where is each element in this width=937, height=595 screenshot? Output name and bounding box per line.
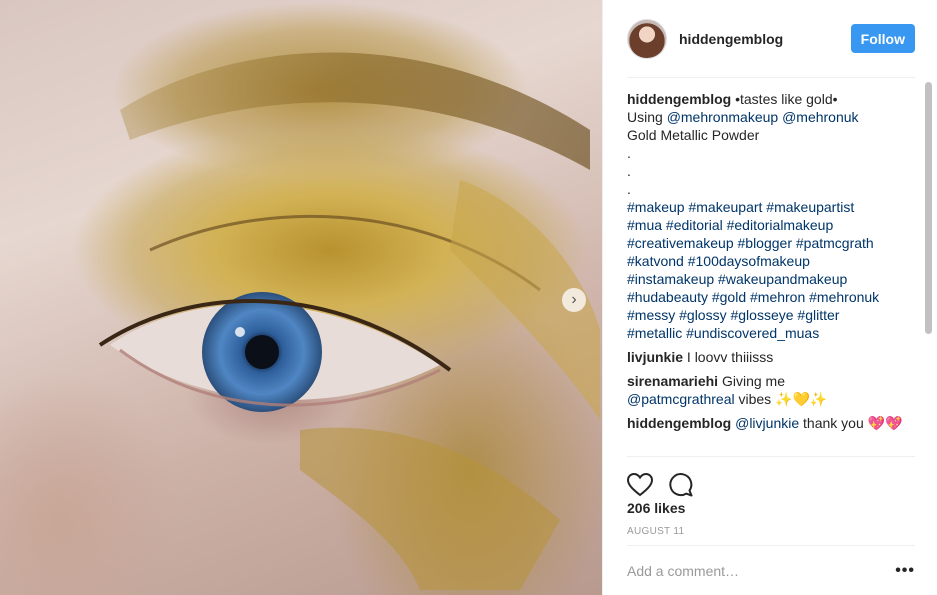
hashtag-line[interactable]: #makeup #makeupart #makeupartist: [627, 198, 915, 216]
heart-icon: [627, 472, 653, 496]
mention-link[interactable]: @patmcgrathreal: [627, 391, 735, 407]
comment-item: sirenamariehi Giving me @patmcgrathreal …: [627, 372, 915, 408]
caption-dot: .: [627, 163, 631, 179]
caption: hiddengemblog •tastes like gold• Using @…: [627, 90, 915, 342]
comment-username[interactable]: sirenamariehi: [627, 373, 718, 389]
mention-link[interactable]: @livjunkie: [735, 415, 799, 431]
comment-continuation: @patmcgrathreal vibes ✨💛✨: [627, 390, 915, 408]
avatar[interactable]: [627, 18, 667, 59]
post-side-panel: hiddengemblog Follow hiddengemblog •tast…: [602, 0, 937, 595]
post-actions: [627, 456, 915, 502]
header-username[interactable]: hiddengemblog: [679, 31, 783, 47]
comment-text: vibes ✨💛✨: [734, 391, 828, 407]
hashtag-line[interactable]: #creativemakeup #blogger #patmcgrath: [627, 234, 915, 252]
comment-input[interactable]: [627, 562, 896, 579]
scrollbar-thumb[interactable]: [925, 82, 932, 334]
caption-dot: .: [627, 145, 631, 161]
caption-using-line: Using @mehronmakeup @mehronuk: [627, 108, 915, 126]
hashtag-line[interactable]: #katvond #100daysofmakeup: [627, 252, 915, 270]
hashtag-line[interactable]: #mua #editorial #editorialmakeup: [627, 216, 915, 234]
comment-icon: [669, 472, 693, 496]
caption-text: •tastes like gold•: [735, 91, 838, 107]
eye-makeup-illustration: [98, 52, 600, 590]
hashtag-line[interactable]: #instamakeup #wakeupandmakeup: [627, 270, 915, 288]
post-date: AUGUST 11: [627, 526, 685, 537]
caption-dot: .: [627, 181, 631, 197]
carousel-next-button[interactable]: ›: [562, 288, 586, 312]
comment-text: I loovv thiiisss: [686, 349, 774, 365]
comment-button[interactable]: [669, 472, 693, 497]
like-button[interactable]: [627, 472, 653, 497]
chevron-right-icon: ›: [571, 291, 577, 308]
mention-link[interactable]: @mehronmakeup: [667, 109, 779, 125]
comments-list: hiddengemblog •tastes like gold• Using @…: [627, 90, 915, 456]
comment-username[interactable]: livjunkie: [627, 349, 683, 365]
mention-link[interactable]: @mehronuk: [782, 109, 858, 125]
comment-item: hiddengemblog @livjunkie thank you 💖💖: [627, 414, 915, 432]
hashtag-line[interactable]: #metallic #undiscovered_muas: [627, 324, 915, 342]
post-photo[interactable]: ›: [0, 0, 602, 595]
comment-username[interactable]: hiddengemblog: [627, 415, 731, 431]
likes-count[interactable]: 206 likes: [627, 500, 685, 516]
instagram-post: › hiddengemblog Follow hiddengemblog •ta…: [0, 0, 937, 595]
more-options-icon[interactable]: •••: [895, 562, 915, 580]
follow-button[interactable]: Follow: [850, 24, 915, 53]
caption-username[interactable]: hiddengemblog: [627, 91, 731, 107]
comment-item: livjunkie I loovv thiiisss: [627, 348, 915, 366]
comments-scrollbar[interactable]: [925, 80, 933, 456]
post-header: hiddengemblog Follow: [627, 0, 915, 78]
comment-text: thank you 💖💖: [799, 415, 903, 431]
caption-using-prefix: Using: [627, 109, 667, 125]
hashtag-line[interactable]: #hudabeauty #gold #mehron #mehronuk: [627, 288, 915, 306]
add-comment-bar: •••: [627, 545, 915, 595]
caption-product-line: Gold Metallic Powder: [627, 127, 760, 143]
comment-text: Giving me: [721, 373, 785, 389]
hashtag-line[interactable]: #messy #glossy #glosseye #glitter: [627, 306, 915, 324]
